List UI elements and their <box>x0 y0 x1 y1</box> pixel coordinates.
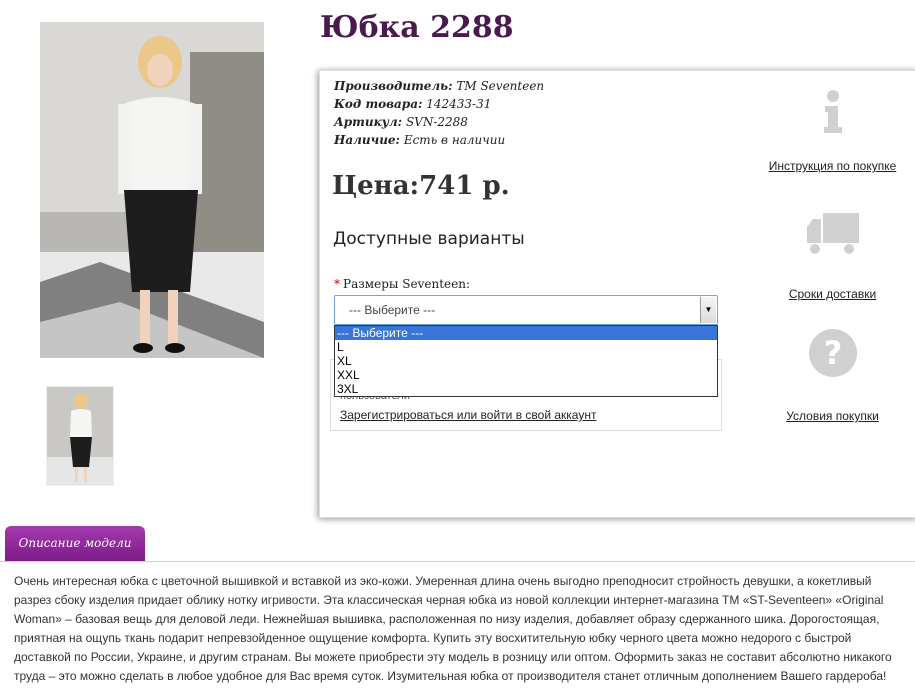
availability-label: Наличие: <box>334 133 400 147</box>
truck-icon <box>806 213 859 254</box>
product-code-value: 142433-31 <box>426 97 492 111</box>
size-option[interactable]: XXL <box>335 368 717 382</box>
size-option[interactable]: L <box>335 340 717 354</box>
info-icon <box>823 90 842 133</box>
register-login-link[interactable]: Зарегистрироваться или войти в свой акка… <box>340 408 596 422</box>
manufacturer-value[interactable]: ТМ Seventeen <box>456 79 544 93</box>
manufacturer-label: Производитель: <box>334 79 453 93</box>
size-label-text: Размеры Seventeen: <box>343 277 470 291</box>
article-label: Артикул: <box>334 115 403 129</box>
variants-heading: Доступные варианты <box>333 229 525 249</box>
article-value: SVN-2288 <box>405 115 468 129</box>
svg-text:?: ? <box>823 334 842 372</box>
required-mark: * <box>334 277 340 291</box>
conditions-block: ? Условия покупки <box>760 327 905 423</box>
manufacturer-row: Производитель: ТМ Seventeen <box>334 77 544 95</box>
size-option[interactable]: XL <box>335 354 717 368</box>
article-row: Артикул: SVN-2288 <box>334 113 544 131</box>
size-select[interactable]: --- Выберите --- ▼ <box>334 295 718 325</box>
product-code-label: Код товара: <box>334 97 423 111</box>
product-meta: Производитель: ТМ Seventeen Код товара: … <box>334 77 544 149</box>
size-select-value: --- Выберите --- <box>349 303 436 317</box>
product-description: Очень интересная юбка с цветочной вышивк… <box>14 574 892 683</box>
size-option[interactable]: 3XL <box>335 382 717 396</box>
product-code-row: Код товара: 142433-31 <box>334 95 544 113</box>
size-option[interactable]: --- Выберите --- <box>335 326 717 340</box>
dropdown-arrow-icon[interactable]: ▼ <box>700 297 716 323</box>
product-thumbnail[interactable] <box>46 386 114 486</box>
product-title: Юбка 2288 <box>320 10 514 45</box>
size-label: * Размеры Seventeen: <box>334 277 470 291</box>
tab-description[interactable]: Описание модели <box>5 526 145 562</box>
product-main-photo[interactable] <box>40 22 264 358</box>
instructions-block: Инструкция по покупке <box>760 87 905 173</box>
availability-row: Наличие: Есть в наличии <box>334 131 544 149</box>
delivery-link[interactable]: Сроки доставки <box>760 287 905 301</box>
product-price: Цена:741 р. <box>332 171 510 201</box>
description-panel: Очень интересная юбка с цветочной вышивк… <box>0 561 915 689</box>
question-icon: ? <box>808 329 857 377</box>
availability-value: Есть в наличии <box>403 133 506 147</box>
delivery-block: Сроки доставки <box>760 209 905 301</box>
instructions-link[interactable]: Инструкция по покупке <box>760 159 905 173</box>
size-dropdown-list[interactable]: --- Выберите --- L XL XXL 3XL <box>334 325 718 397</box>
conditions-link[interactable]: Условия покупки <box>760 409 905 423</box>
product-info-panel: Производитель: ТМ Seventeen Код товара: … <box>319 70 915 518</box>
